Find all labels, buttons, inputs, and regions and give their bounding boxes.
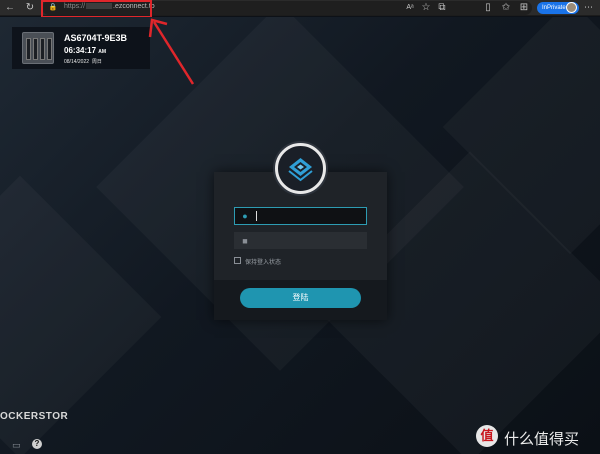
refresh-icon[interactable]: ↻: [24, 2, 36, 14]
text-caret: [256, 211, 257, 221]
device-name: AS6704T-9E3B: [64, 33, 128, 43]
brand-logo-text: OCKERSTOR: [0, 411, 69, 422]
chat-icon[interactable]: ▭: [12, 440, 21, 451]
annotation-highlight-box: [41, 0, 152, 18]
read-aloud-icon[interactable]: Aᵃ: [404, 2, 416, 14]
menu-icon[interactable]: ⋯: [584, 2, 593, 13]
nas-device-icon: [22, 32, 54, 64]
split-screen-icon[interactable]: ▯: [482, 2, 494, 14]
login-button[interactable]: 登陆: [240, 288, 361, 308]
help-icon[interactable]: ?: [32, 439, 42, 449]
extensions-icon[interactable]: ⧉: [436, 2, 448, 14]
lock-icon: ■: [242, 236, 248, 246]
adm-logo: [275, 143, 326, 194]
device-date: 08/14/2022 周日: [64, 59, 102, 65]
remember-label: 保持登入状态: [245, 260, 282, 266]
favorites-icon[interactable]: ☆: [420, 2, 432, 14]
password-input[interactable]: ■: [234, 232, 367, 249]
device-info-card: AS6704T-9E3B 06:34:17 AM 08/14/2022 周日: [12, 27, 150, 69]
avatar[interactable]: [566, 2, 577, 13]
remember-checkbox[interactable]: [234, 257, 241, 264]
watermark-text: 什么值得买: [504, 431, 580, 448]
device-time: 06:34:17 AM: [64, 46, 107, 55]
watermark-logo: 值: [476, 425, 498, 447]
back-icon[interactable]: ←: [4, 2, 16, 14]
username-input[interactable]: ●: [234, 207, 367, 225]
collections-icon[interactable]: ⊞: [518, 2, 530, 14]
annotation-arrow: [148, 18, 195, 85]
favorites-bar-icon[interactable]: ✩: [500, 2, 512, 14]
user-icon: ●: [242, 211, 248, 221]
logo-icon: [288, 158, 313, 182]
